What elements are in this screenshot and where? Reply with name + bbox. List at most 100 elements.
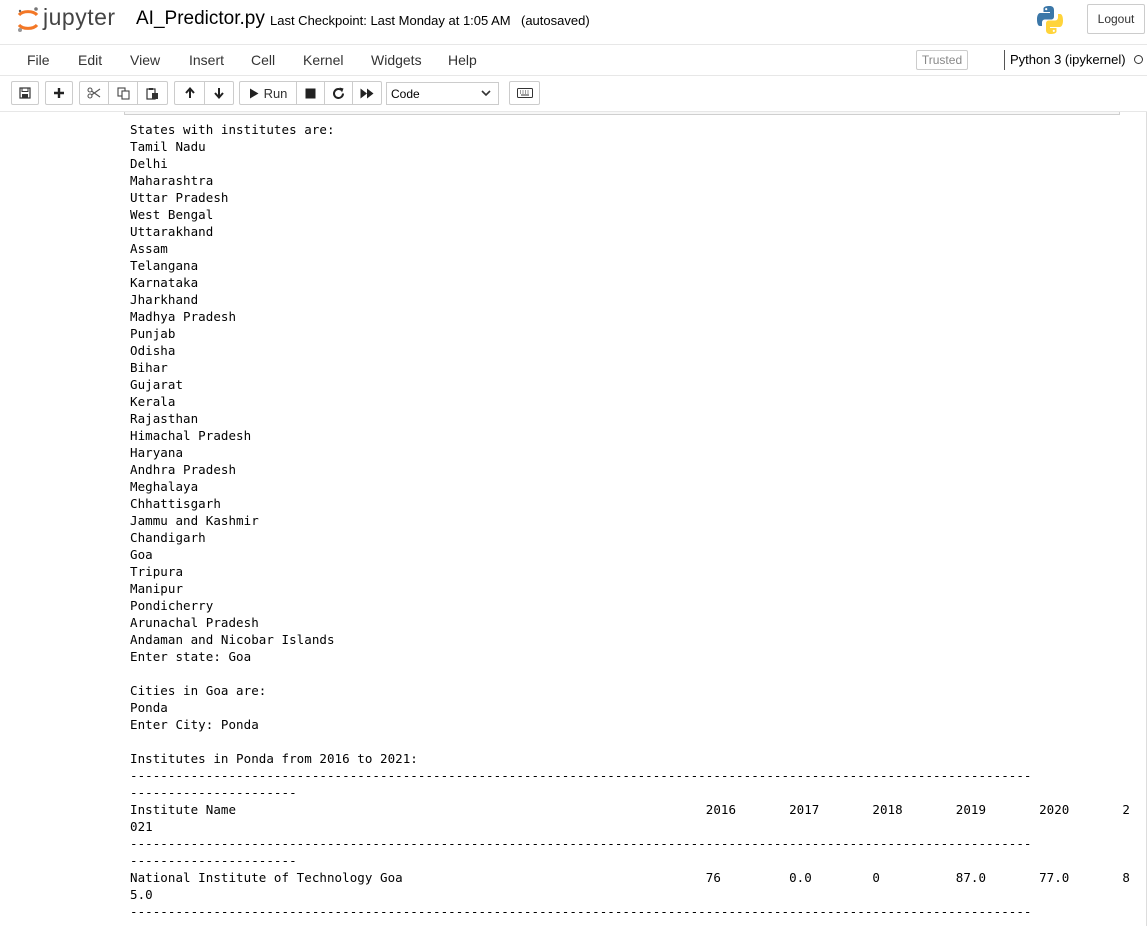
output-line: Himachal Pradesh [130,428,252,443]
keyboard-icon [516,88,533,98]
kernel-idle-icon [1134,55,1143,64]
output-line: Punjab [130,326,176,341]
command-palette-button[interactable] [509,81,540,105]
output-line: Chandigarh [130,530,206,545]
output-line: Gujarat [130,377,184,392]
menubar: File Edit View Insert Cell Kernel Widget… [0,44,1147,76]
run-label: Run [263,85,288,101]
python-logo-icon [1036,5,1064,40]
restart-icon [333,87,344,99]
plus-icon [54,88,64,98]
output-line: Ponda [130,700,168,715]
output-line: Assam [130,241,168,256]
output-line: Delhi [130,156,168,171]
output-line: Karnataka [130,275,199,290]
output-line: Enter City: Ponda [130,717,259,732]
move-up-button[interactable] [174,81,205,105]
output-line: Enter state: Goa [130,649,252,664]
restart-button[interactable] [324,81,353,105]
output-line: Maharashtra [130,173,214,188]
fast-forward-icon [360,88,374,98]
cell-type-value: Code [391,86,420,101]
move-down-button[interactable] [204,81,234,105]
paste-button[interactable] [137,81,168,105]
output-line: Madhya Pradesh [130,309,237,324]
notebook-name[interactable]: AI_Predictor.py [136,8,265,30]
cut-button[interactable] [79,81,109,105]
output-line: Odisha [130,343,176,358]
run-button[interactable]: Run [239,81,297,105]
arrow-up-icon [184,87,195,98]
output-line: Goa [130,547,153,562]
chevron-down-icon [481,90,491,97]
output-line: Andaman and Nicobar Islands [130,632,335,647]
header: jupyter AI_Predictor.py Last Checkpoint:… [0,0,1147,44]
output-line: West Bengal [130,207,214,222]
output-line: Arunachal Pradesh [130,615,259,630]
output-line: Tripura [130,564,184,579]
output-line: ---------------------- [130,853,297,868]
output-line: Rajasthan [130,411,199,426]
paste-icon [146,87,158,100]
kernel-name: Python 3 (ipykernel) [1010,52,1126,67]
restart-run-all-button[interactable] [352,81,382,105]
save-icon [19,87,31,99]
interrupt-button[interactable] [296,81,325,105]
copy-button[interactable] [108,81,138,105]
output-line: Telangana [130,258,199,273]
output-line: National Institute of Technology Goa 76 … [130,870,1130,885]
output-line: Bihar [130,360,168,375]
output-line: Tamil Nadu [130,139,206,154]
copy-icon [116,86,130,100]
menu-file[interactable]: File [27,52,50,68]
autosave-status: (autosaved) [521,13,590,28]
code-cell-input-edge[interactable] [124,112,1120,115]
output-line: Meghalaya [130,479,199,494]
output-line: Institute Name 2016 2017 2018 2019 2020 … [130,802,1130,817]
output-line: Haryana [130,445,184,460]
cut-icon [87,87,101,99]
checkpoint-status: Last Checkpoint: Last Monday at 1:05 AM [270,13,511,28]
menu-view[interactable]: View [130,52,160,68]
arrow-down-icon [214,88,224,99]
cell-output: States with institutes are: Tamil Nadu Del… [130,121,1130,920]
cell-type-select[interactable]: Code [386,82,499,105]
output-line: ----------------------------------------… [130,904,1032,919]
output-line: Institutes in Ponda from 2016 to 2021: [130,751,418,766]
insert-cell-button[interactable] [45,81,73,105]
output-line: 021 [130,819,153,834]
trusted-indicator[interactable]: Trusted [916,50,968,70]
output-line: Kerala [130,394,176,409]
output-line: Uttarakhand [130,224,214,239]
output-line: Jammu and Kashmir [130,513,259,528]
output-line: Manipur [130,581,184,596]
run-icon [249,88,259,98]
save-button[interactable] [11,81,39,105]
menu-help[interactable]: Help [448,52,477,68]
stop-icon [305,88,316,98]
output-line: States with institutes are: [130,122,335,137]
output-line: Uttar Pradesh [130,190,229,205]
menu-edit[interactable]: Edit [78,52,102,68]
jupyter-logo-text[interactable]: jupyter [43,4,116,31]
kernel-separator [1004,50,1005,70]
notebook-container: States with institutes are: Tamil Nadu Del… [0,112,1147,926]
output-line: ----------------------------------------… [130,836,1032,851]
output-line: Pondicherry [130,598,214,613]
output-line: Chhattisgarh [130,496,221,511]
menu-cell[interactable]: Cell [251,52,275,68]
jupyter-logo-icon[interactable] [16,6,40,39]
output-line: Cities in Goa are: [130,683,267,698]
menu-kernel[interactable]: Kernel [303,52,343,68]
menu-widgets[interactable]: Widgets [371,52,422,68]
output-line: 5.0 [130,887,153,902]
logout-button[interactable]: Logout [1087,4,1145,34]
menu-insert[interactable]: Insert [189,52,224,68]
output-line: Jharkhand [130,292,199,307]
output-line: ---------------------- [130,785,297,800]
toolbar: Run Code [0,76,1147,112]
output-line: Andhra Pradesh [130,462,237,477]
output-line: ----------------------------------------… [130,768,1032,783]
